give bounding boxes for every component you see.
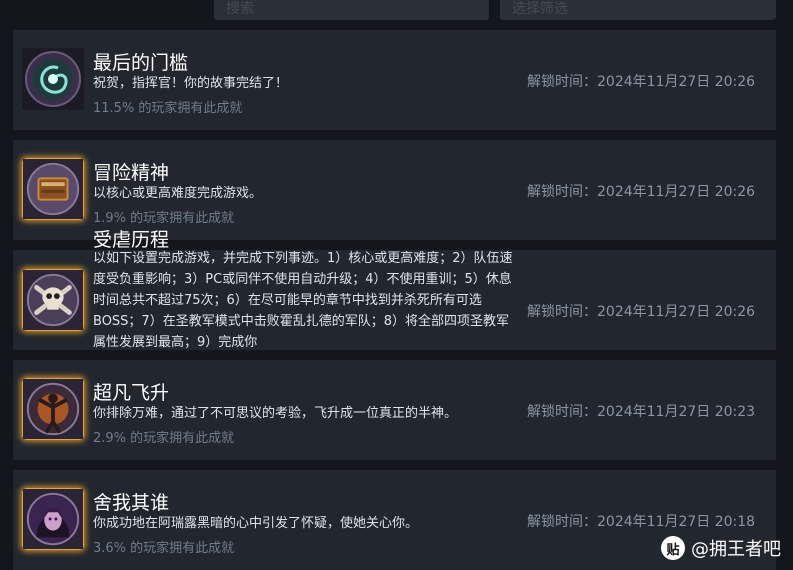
achievement-percent: 3.6% 的玩家拥有此成就 [93, 541, 235, 556]
achievement-description: 以如下设置完成游戏，并完成下列事迹。1）核心或更高难度；2）队伍速度受负重影响；… [93, 251, 513, 350]
achievement-description: 你成功地在阿瑞露黑暗的心中引发了怀疑，使她关心你。 [93, 516, 419, 531]
unlock-time: 解锁时间：2024年11月27日 20:26 [527, 184, 756, 200]
filter-dropdown-text: 选择筛选 [512, 1, 568, 17]
dark-portrait-icon [22, 488, 84, 550]
achievement-title: 舍我其谁 [93, 492, 170, 514]
unlock-time: 解锁时间：2024年11月27日 20:26 [527, 304, 756, 320]
achievement-percent: 11.5% 的玩家拥有此成就 [93, 101, 243, 116]
achievement-percent: 2.9% 的玩家拥有此成就 [93, 431, 235, 446]
watermark-text: @拥王者吧 [691, 539, 781, 560]
unlock-time: 解锁时间：2024年11月27日 20:26 [527, 74, 756, 90]
unlock-time: 解锁时间：2024年11月27日 20:18 [527, 514, 756, 530]
achievement-title: 冒险精神 [93, 162, 170, 184]
achievement-title: 超凡飞升 [93, 382, 170, 404]
achievement-description: 以核心或更高难度完成游戏。 [93, 186, 263, 201]
achievement-card[interactable]: 最后的门槛 祝贺，指挥官！你的故事完结了！ 11.5% 的玩家拥有此成就 解锁时… [13, 30, 776, 130]
achievement-description: 祝贺，指挥官！你的故事完结了！ [93, 76, 289, 91]
ascending-figure-icon [22, 378, 84, 440]
watermark: 贴 @拥王者吧 [661, 535, 781, 561]
unlock-time: 解锁时间：2024年11月27日 20:23 [527, 404, 756, 420]
skull-icon [22, 269, 84, 331]
book-icon [22, 158, 84, 220]
achievement-percent: 1.9% 的玩家拥有此成就 [93, 211, 235, 226]
achievement-description: 你排除万难，通过了不可思议的考验，飞升成一位真正的半神。 [93, 406, 458, 421]
achievement-title: 最后的门槛 [93, 52, 189, 74]
filter-dropdown[interactable]: 选择筛选 [500, 0, 776, 20]
achievement-card[interactable]: 受虐历程 以如下设置完成游戏，并完成下列事迹。1）核心或更高难度；2）队伍速度受… [13, 229, 776, 350]
achievement-card[interactable]: 超凡飞升 你排除万难，通过了不可思议的考验，飞升成一位真正的半神。 2.9% 的… [13, 360, 776, 460]
search-field-text: 搜索 [226, 1, 254, 17]
tieba-logo-icon: 贴 [661, 536, 685, 560]
galaxy-icon [22, 48, 84, 110]
search-field[interactable]: 搜索 [214, 0, 489, 20]
